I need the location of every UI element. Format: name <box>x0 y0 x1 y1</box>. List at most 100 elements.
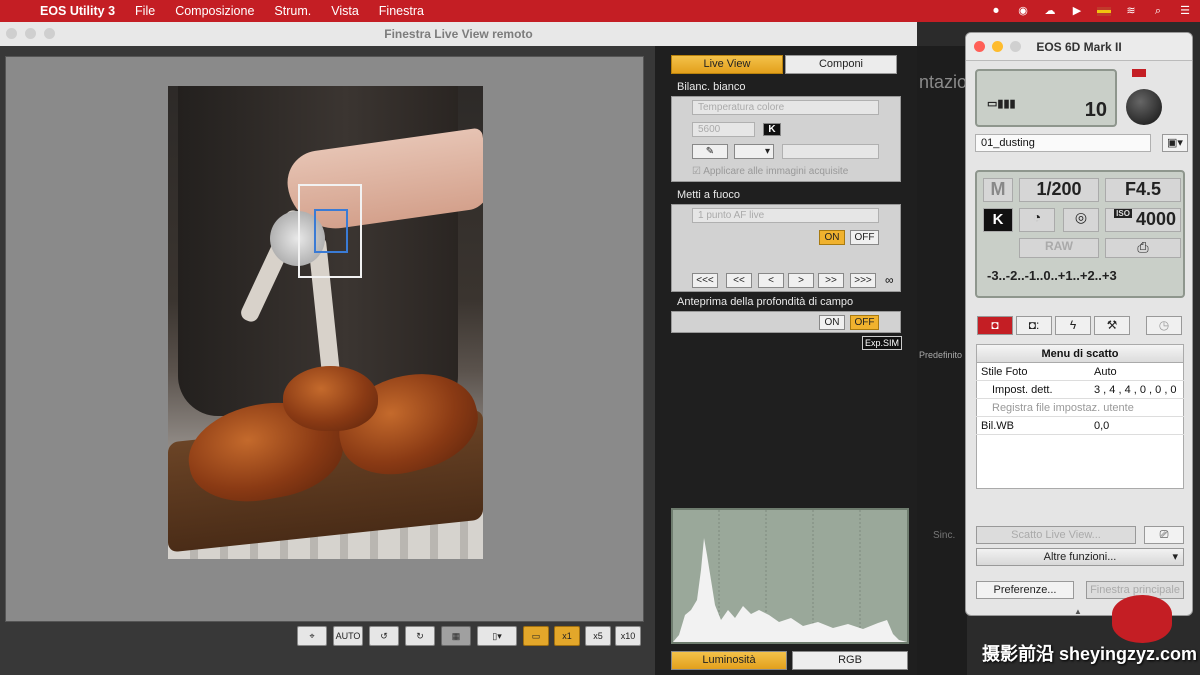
camera-title-bar: EOS 6D Mark II <box>966 33 1192 61</box>
infinity-icon[interactable]: ∞ <box>885 273 894 287</box>
menu-finestra[interactable]: Finestra <box>379 4 424 18</box>
zoom-icon[interactable] <box>44 28 55 39</box>
menu-row-wb[interactable]: Bil.WB 0,0 <box>976 417 1184 435</box>
watermark-text: 摄影前沿 sheyingzyz.com <box>982 644 1198 664</box>
tab-tools[interactable]: ⚒ <box>1094 316 1130 335</box>
live-view-image[interactable] <box>168 86 483 559</box>
minimize-icon[interactable] <box>992 41 1003 52</box>
collapse-icon[interactable]: ▲ <box>1074 607 1082 615</box>
metering-icon[interactable]: ◎ <box>1063 208 1099 232</box>
af-method-select[interactable]: 1 punto AF live <box>692 208 879 223</box>
menu-row-picture-style[interactable]: Stile Foto Auto <box>976 363 1184 381</box>
bg-sinc: Sinc. <box>933 530 956 541</box>
af-on-button[interactable]: ON <box>819 230 845 245</box>
close-icon[interactable] <box>6 28 17 39</box>
grid-button[interactable]: ▦ <box>441 626 471 646</box>
af-off-button[interactable]: OFF <box>850 230 879 245</box>
pc-transfer-icon[interactable]: ⎙ <box>1105 238 1181 258</box>
shots-remaining: 10 <box>1084 99 1107 121</box>
focus-near-2-button[interactable]: << <box>726 273 752 288</box>
zoom-icon[interactable] <box>1010 41 1021 52</box>
flag-icon[interactable] <box>1097 6 1111 16</box>
folder-field[interactable]: 01_dusting <box>975 134 1151 152</box>
wb-kelvin-field[interactable]: 5600 <box>692 122 755 137</box>
wb-dropdown[interactable]: ▾ <box>734 144 774 159</box>
dof-box: ON OFF <box>671 311 901 333</box>
rgb-button[interactable]: RGB <box>792 651 908 670</box>
aspect-dropdown[interactable]: ▯▾ <box>477 626 517 646</box>
focus-section-title: Metti a fuoco <box>677 189 740 201</box>
menu-strum[interactable]: Strum. <box>274 4 311 18</box>
menu-row-label: Stile Foto <box>981 366 1028 378</box>
auto-button[interactable]: AUTO <box>333 626 363 646</box>
frame-button[interactable]: ▭ <box>523 626 549 646</box>
image-quality[interactable]: RAW <box>1019 238 1099 258</box>
menu-row-value: Auto <box>1094 366 1117 378</box>
menu-row-label: Bil.WB <box>981 420 1014 432</box>
tab-live-view[interactable]: Live View <box>671 55 783 74</box>
live-view-canvas[interactable] <box>5 56 644 622</box>
zoom-x5-button[interactable]: x5 <box>585 626 611 646</box>
zoom-x1-button[interactable]: x1 <box>554 626 580 646</box>
camera-title: EOS 6D Mark II <box>1036 40 1122 54</box>
menu-file[interactable]: File <box>135 4 155 18</box>
tab-componi[interactable]: Componi <box>785 55 897 74</box>
menu-app-name[interactable]: EOS Utility 3 <box>40 4 115 18</box>
minimize-icon[interactable] <box>25 28 36 39</box>
menu-vista[interactable]: Vista <box>331 4 359 18</box>
focus-near-1-button[interactable]: < <box>758 273 784 288</box>
menu-title: Menu di scatto <box>977 345 1183 363</box>
drive-mode-icon[interactable]: ◔ <box>1019 208 1055 232</box>
watermark-logo <box>1112 595 1172 643</box>
focus-far-1-button[interactable]: > <box>788 273 814 288</box>
exposure-scale[interactable]: -3..-2..-1..0..+1..+2..+3 <box>987 268 1117 283</box>
dof-on-button[interactable]: ON <box>819 315 845 330</box>
iso-value[interactable]: ISO 4000 <box>1105 208 1181 232</box>
wb-mode[interactable]: K <box>983 208 1013 232</box>
other-functions-label: Altre funzioni... <box>1043 551 1117 563</box>
tab-shooting-2[interactable]: ◘: <box>1016 316 1052 335</box>
menu-composizione[interactable]: Composizione <box>175 4 254 18</box>
apply-checkbox[interactable]: ☑ Applicare alle immagini acquisite <box>692 166 848 177</box>
zoom-x10-button[interactable]: x10 <box>615 626 641 646</box>
rotate-left-button[interactable]: ↺ <box>369 626 399 646</box>
live-view-shoot-button[interactable]: Scatto Live View... <box>976 526 1136 544</box>
focus-far-3-button[interactable]: >>> <box>850 273 876 288</box>
close-icon[interactable] <box>974 41 985 52</box>
shutter-speed[interactable]: 1/200 <box>1019 178 1099 202</box>
record-icon[interactable]: ⏺ <box>989 4 1003 18</box>
camera-status-icon[interactable]: ◉ <box>1016 4 1030 18</box>
tab-flash[interactable]: ϟ <box>1055 316 1091 335</box>
af-point[interactable] <box>314 209 348 253</box>
background-window: ntazio Predefinito Sinc. <box>917 46 967 675</box>
focus-far-2-button[interactable]: >> <box>818 273 844 288</box>
wifi-icon[interactable]: ≋ <box>1124 4 1138 18</box>
movie-icon[interactable]: ⎚ <box>1144 526 1184 544</box>
focus-near-3-button[interactable]: <<< <box>692 273 718 288</box>
control-panel: Live View Componi Bilanc. bianco Tempera… <box>655 46 917 675</box>
menu-row-register-user[interactable]: Registra file impostaz. utente <box>976 399 1184 417</box>
camera-window: EOS 6D Mark II ▭▮▮▮ 10 01_dusting ▣▾ M 1… <box>965 32 1193 616</box>
rotate-right-button[interactable]: ↻ <box>405 626 435 646</box>
mode-display[interactable]: M <box>983 178 1013 202</box>
control-center-icon[interactable]: ☰ <box>1178 4 1192 18</box>
creative-cloud-icon[interactable]: ☁ <box>1043 4 1057 18</box>
dof-off-button[interactable]: OFF <box>850 315 879 330</box>
search-icon[interactable]: ⌕ <box>1151 4 1165 18</box>
preferences-button[interactable]: Preferenze... <box>976 581 1074 599</box>
mode-dial[interactable] <box>1126 89 1162 125</box>
histogram <box>671 508 909 644</box>
wb-select[interactable]: Temperatura colore <box>692 100 879 115</box>
play-icon[interactable]: ▶ <box>1070 4 1084 18</box>
camera-folder-button[interactable]: ▣▾ <box>1162 134 1188 152</box>
timer-icon[interactable]: ◷ <box>1146 316 1182 335</box>
other-functions-dropdown[interactable]: Altre funzioni... ▾ <box>976 548 1184 566</box>
luminosity-button[interactable]: Luminosità <box>671 651 787 670</box>
settings-lcd: M 1/200 F4.5 K ◔ ◎ ISO 4000 RAW ⎙ -3..-2.… <box>975 170 1185 298</box>
eyedropper-button[interactable]: ✎ <box>692 144 728 159</box>
crosshair-button[interactable]: ⌖ <box>297 626 327 646</box>
aperture[interactable]: F4.5 <box>1105 178 1181 202</box>
histogram-graph <box>673 510 907 642</box>
menu-row-detail-settings[interactable]: Impost. dett. 3 , 4 , 4 , 0 , 0 , 0 <box>976 381 1184 399</box>
tab-shooting[interactable]: ◘ <box>977 316 1013 335</box>
